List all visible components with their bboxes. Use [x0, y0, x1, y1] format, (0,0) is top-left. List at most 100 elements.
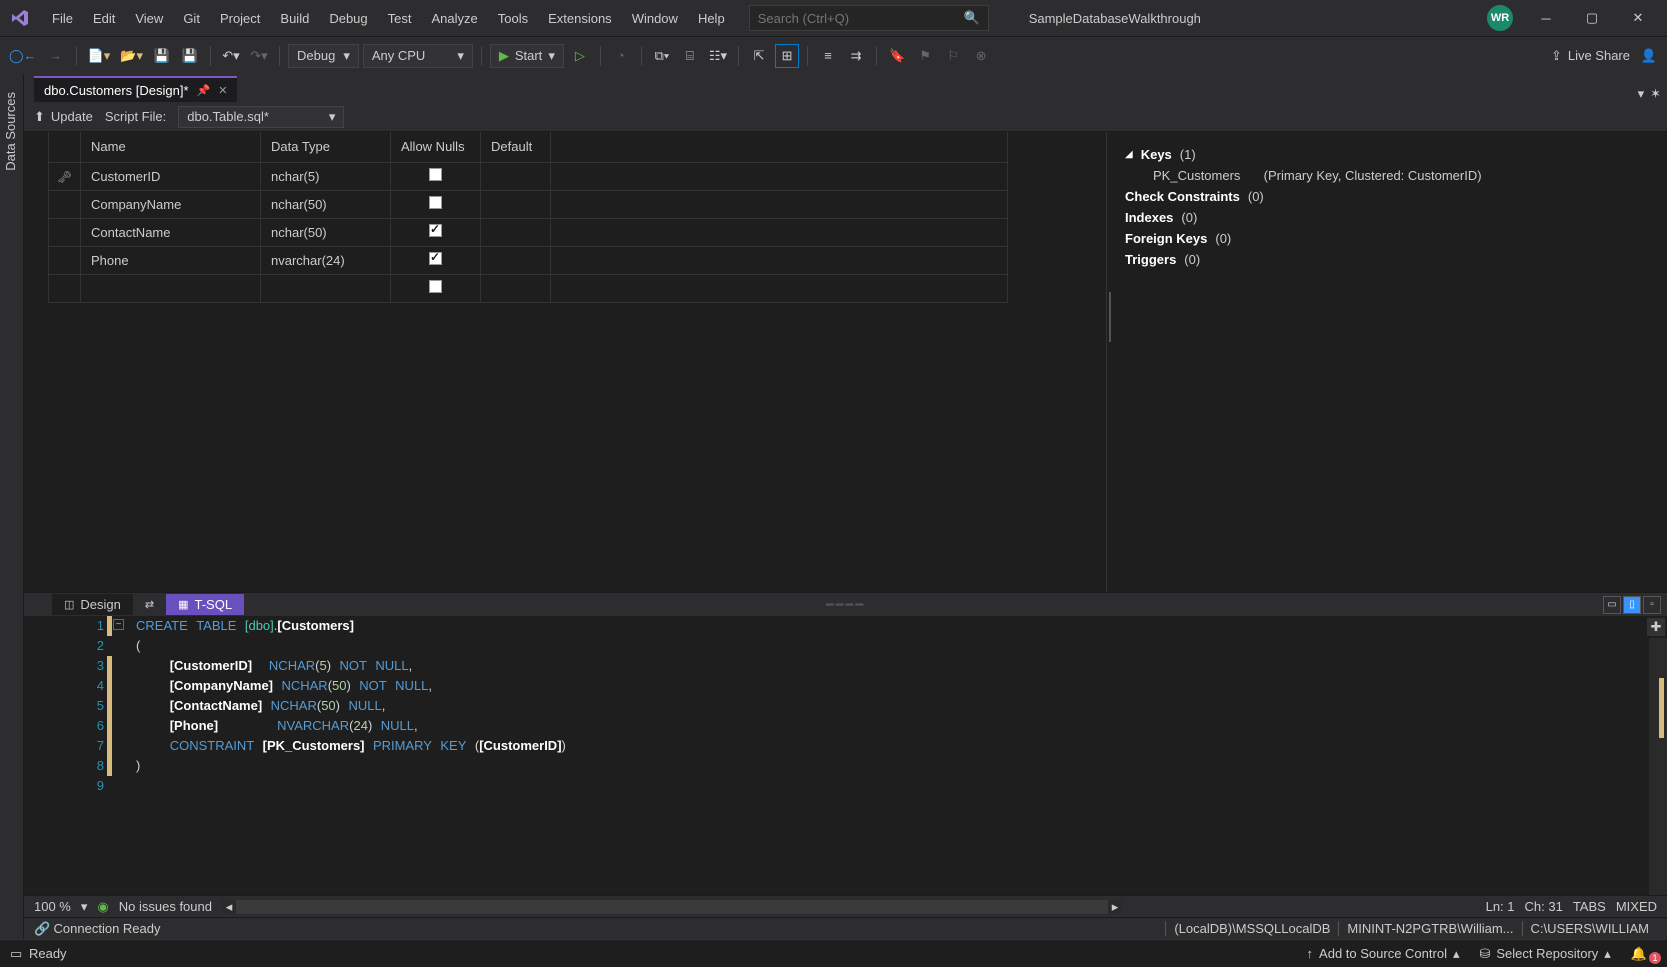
pin-icon[interactable]: 📌: [197, 84, 211, 97]
layout-icon-1[interactable]: ▭: [1603, 596, 1621, 614]
user-avatar[interactable]: WR: [1487, 5, 1513, 31]
config-dropdown[interactable]: Debug▾: [288, 44, 359, 68]
tabs-indicator[interactable]: TABS: [1573, 899, 1606, 914]
solution-name[interactable]: SampleDatabaseWalkthrough: [1019, 7, 1211, 30]
menu-help[interactable]: Help: [688, 7, 735, 30]
menu-build[interactable]: Build: [270, 7, 319, 30]
select-repository-button[interactable]: ⛁Select Repository▴: [1469, 946, 1620, 962]
default-cell[interactable]: [481, 218, 551, 246]
default-cell[interactable]: [481, 162, 551, 190]
start-without-debug-button[interactable]: ▷: [568, 44, 592, 68]
fold-icon[interactable]: −: [113, 619, 124, 630]
zoom-level[interactable]: 100 %: [34, 899, 71, 914]
layout-icon-2[interactable]: ▯: [1623, 596, 1641, 614]
default-cell[interactable]: [481, 190, 551, 218]
toolbar-icon-8[interactable]: ⇉: [844, 44, 868, 68]
toolbar-icon-2[interactable]: ⧉▾: [650, 44, 674, 68]
new-project-button[interactable]: 📄▾: [85, 44, 114, 68]
redo-button[interactable]: ↷▾: [247, 44, 271, 68]
open-file-button[interactable]: 📂▾: [117, 44, 146, 68]
layout-icon-3[interactable]: ▫: [1643, 596, 1661, 614]
col-header[interactable]: Allow Nulls: [391, 132, 481, 162]
columns-grid[interactable]: NameData TypeAllow NullsDefault 🗝Custome…: [24, 132, 1107, 592]
allow-nulls-checkbox[interactable]: [429, 280, 442, 293]
indexes-section[interactable]: Indexes (0): [1125, 207, 1649, 228]
pk-row[interactable]: PK_Customers (Primary Key, Clustered: Cu…: [1125, 165, 1649, 186]
toolbar-icon-3[interactable]: ⌸: [678, 44, 702, 68]
sql-editor[interactable]: 1− 2 3 4 5 6 7 8 9 CREATE TABLE [dbo].[C…: [24, 616, 1667, 895]
search-box[interactable]: 🔍: [749, 5, 989, 31]
allow-nulls-checkbox[interactable]: [429, 168, 442, 181]
close-tab-icon[interactable]: ✕: [218, 84, 227, 97]
horizontal-splitter[interactable]: ━━━━: [826, 597, 865, 613]
maximize-button[interactable]: ▢: [1569, 3, 1615, 33]
menu-analyze[interactable]: Analyze: [421, 7, 487, 30]
menu-view[interactable]: View: [125, 7, 173, 30]
nav-back-button[interactable]: ◯←: [6, 44, 40, 68]
notifications-button[interactable]: 🔔 1: [1621, 946, 1657, 962]
col-header[interactable]: Default: [481, 132, 551, 162]
keys-section[interactable]: ◢ Keys (1): [1125, 144, 1649, 165]
allow-nulls-checkbox[interactable]: [429, 224, 442, 237]
start-button[interactable]: ▶Start▾: [490, 44, 564, 68]
col-header[interactable]: Name: [81, 132, 261, 162]
code-content[interactable]: CREATE TABLE [dbo].[Customers] ( [Custom…: [110, 616, 1667, 895]
toolbar-icon-7[interactable]: ≡: [816, 44, 840, 68]
col-header[interactable]: Data Type: [261, 132, 391, 162]
menu-tools[interactable]: Tools: [488, 7, 538, 30]
output-icon[interactable]: ▭: [10, 946, 22, 962]
allow-nulls-checkbox[interactable]: [429, 252, 442, 265]
design-tab[interactable]: ◫ Design: [52, 594, 133, 615]
close-button[interactable]: ✕: [1615, 3, 1661, 33]
col-type-cell[interactable]: nchar(50): [261, 218, 391, 246]
vertical-splitter[interactable]: [1109, 292, 1111, 342]
source-control-button[interactable]: ↑Add to Source Control▴: [1297, 946, 1470, 962]
toolbar-icon-5[interactable]: ⇱: [747, 44, 771, 68]
platform-dropdown[interactable]: Any CPU▾: [363, 44, 473, 68]
minimize-button[interactable]: ─: [1523, 3, 1569, 33]
menu-debug[interactable]: Debug: [319, 7, 377, 30]
menu-test[interactable]: Test: [378, 7, 422, 30]
toolbar-icon-4[interactable]: ☷▾: [706, 44, 730, 68]
toolbar-icon-9[interactable]: ⚑: [913, 44, 937, 68]
default-cell[interactable]: [481, 246, 551, 274]
toolbar-icon-10[interactable]: ⚐: [941, 44, 965, 68]
save-button[interactable]: 💾: [150, 44, 174, 68]
col-name-cell[interactable]: ContactName: [81, 218, 261, 246]
table-row[interactable]: Phonenvarchar(24): [49, 246, 1008, 274]
live-share-button[interactable]: ⇪Live Share: [1548, 44, 1633, 68]
col-type-cell[interactable]: [261, 274, 391, 302]
check-constraints-section[interactable]: Check Constraints (0): [1125, 186, 1649, 207]
menu-project[interactable]: Project: [210, 7, 270, 30]
table-row[interactable]: 🗝CustomerIDnchar(5): [49, 162, 1008, 190]
split-editor-button[interactable]: ✚: [1647, 618, 1665, 636]
script-file-dropdown[interactable]: dbo.Table.sql*▾: [178, 106, 344, 128]
data-sources-tab[interactable]: Data Sources: [0, 82, 21, 181]
allow-nulls-checkbox[interactable]: [429, 196, 442, 209]
undo-button[interactable]: ↶▾: [219, 44, 243, 68]
update-button[interactable]: ⬆ Update: [34, 109, 93, 125]
menu-edit[interactable]: Edit: [83, 7, 125, 30]
triggers-section[interactable]: Triggers (0): [1125, 249, 1649, 270]
menu-file[interactable]: File: [42, 7, 83, 30]
vertical-scrollbar[interactable]: [1649, 638, 1667, 895]
menu-extensions[interactable]: Extensions: [538, 7, 622, 30]
tsql-tab[interactable]: ▦ T-SQL: [166, 594, 244, 615]
table-row[interactable]: ContactNamenchar(50): [49, 218, 1008, 246]
col-type-cell[interactable]: nchar(5): [261, 162, 391, 190]
mixed-indicator[interactable]: MIXED: [1616, 899, 1657, 914]
col-name-cell[interactable]: CustomerID: [81, 162, 261, 190]
tab-overflow-icon[interactable]: ▾: [1638, 86, 1645, 102]
tab-settings-icon[interactable]: ✶: [1650, 86, 1661, 102]
search-input[interactable]: [758, 11, 964, 26]
toolbar-icon-6[interactable]: ⊞: [775, 44, 799, 68]
col-name-cell[interactable]: [81, 274, 261, 302]
col-header[interactable]: [49, 132, 81, 162]
save-all-button[interactable]: 💾: [178, 44, 202, 68]
horizontal-scrollbar[interactable]: ◂▸: [222, 900, 1122, 914]
menu-window[interactable]: Window: [622, 7, 688, 30]
col-type-cell[interactable]: nvarchar(24): [261, 246, 391, 274]
swap-tab-button[interactable]: ⇄: [133, 595, 166, 614]
default-cell[interactable]: [481, 274, 551, 302]
table-row[interactable]: [49, 274, 1008, 302]
